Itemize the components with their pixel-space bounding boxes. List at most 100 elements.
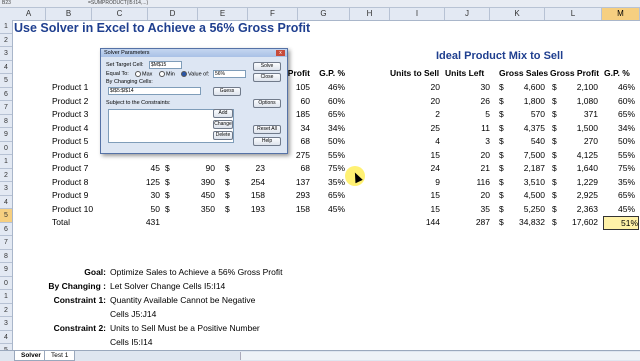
column-header-e[interactable]: E [198,8,248,20]
cell-cost[interactable]: 158 [225,189,265,203]
column-header-d[interactable]: D [148,8,198,20]
column-header-b[interactable]: B [46,8,92,20]
cell-gross-profit[interactable]: 371 [558,108,598,122]
note-label[interactable]: Constraint 1: [30,294,106,308]
row-header[interactable]: 0 [0,277,12,290]
row-header[interactable]: 3 [0,317,12,331]
cell-units-left[interactable]: 35 [450,203,490,217]
total-units-to-sell[interactable]: 144 [400,216,440,230]
cell-price[interactable]: 450 [175,189,215,203]
cell-ideal-gp[interactable]: 75% [595,162,635,176]
cell-ideal-gp[interactable]: 35% [595,176,635,190]
options-button[interactable]: Options [253,99,281,108]
note-text[interactable]: Quantity Available Cannot be Negative [110,294,255,308]
cell-units-left[interactable]: 26 [450,95,490,109]
cell-gp[interactable]: 75% [305,162,345,176]
change-button[interactable]: Change [213,120,233,129]
help-button[interactable]: Help [253,137,281,146]
total-qty[interactable]: 431 [120,216,160,230]
cell-gross-profit[interactable]: 1,500 [558,122,598,136]
cell-gp[interactable]: 55% [305,149,345,163]
cell-gross-sales[interactable]: 540 [505,135,545,149]
row-header[interactable]: 6 [0,88,12,101]
cell-gross-profit[interactable]: 4,125 [558,149,598,163]
cell-profit[interactable]: 158 [270,203,310,217]
add-button[interactable]: Add [213,109,233,118]
cell-units-left[interactable]: 20 [450,149,490,163]
currency-symbol[interactable]: $ [499,81,504,95]
cell-units-to-sell[interactable]: 15 [400,203,440,217]
cell-cost[interactable]: 254 [225,176,265,190]
currency-symbol[interactable]: $ [552,189,557,203]
cell-ideal-gp[interactable]: 60% [595,95,635,109]
cell-gp[interactable]: 65% [305,108,345,122]
currency-symbol[interactable]: $ [552,95,557,109]
cell-qty[interactable]: 45 [120,162,160,176]
cell-units-left[interactable]: 3 [450,135,490,149]
column-header-c[interactable]: C [92,8,148,20]
column-header-i[interactable]: I [390,8,445,20]
cell-gross-profit[interactable]: 1,640 [558,162,598,176]
cell-qty[interactable]: 50 [120,203,160,217]
currency-symbol[interactable]: $ [552,122,557,136]
cell-ideal-gp[interactable]: 65% [595,189,635,203]
row-header[interactable]: 7 [0,236,12,250]
currency-symbol[interactable]: $ [499,189,504,203]
currency-symbol[interactable]: $ [552,203,557,217]
product-name[interactable]: Product 4 [52,122,88,136]
cell-units-left[interactable]: 30 [450,81,490,95]
cell-gross-profit[interactable]: 270 [558,135,598,149]
row-header[interactable]: 4 [0,61,12,74]
note-label[interactable]: Constraint 2: [30,322,106,336]
delete-button[interactable]: Delete [213,131,233,140]
cell-qty[interactable]: 125 [120,176,160,190]
product-name[interactable]: Product 10 [52,203,93,217]
cell-qty[interactable]: 30 [120,189,160,203]
cell-units-to-sell[interactable]: 20 [400,81,440,95]
cell-gross-profit[interactable]: 2,925 [558,189,598,203]
cell-gross-sales[interactable]: 3,510 [505,176,545,190]
formula-bar[interactable]: B23 =SUMPRODUCT(I5:I14,...) [0,0,640,8]
cell-units-to-sell[interactable]: 2 [400,108,440,122]
cell-gross-profit[interactable]: 1,080 [558,95,598,109]
column-header-h[interactable]: H [350,8,390,20]
row-header[interactable]: 0 [0,142,12,155]
product-name[interactable]: Product 6 [52,149,88,163]
row-header[interactable]: 8 [0,115,12,128]
cell-units-left[interactable]: 20 [450,189,490,203]
solve-button[interactable]: Solve [253,62,281,71]
column-header-m[interactable]: M [602,8,640,20]
currency-symbol[interactable]: $ [499,122,504,136]
cell-ideal-gp[interactable]: 46% [595,81,635,95]
row-header[interactable]: 6 [0,223,12,236]
row-header[interactable]: 2 [0,169,12,182]
close-icon[interactable]: x [276,50,285,56]
currency-symbol[interactable]: $ [499,135,504,149]
cell-units-to-sell[interactable]: 9 [400,176,440,190]
product-name[interactable]: Product 7 [52,162,88,176]
column-header-g[interactable]: G [298,8,350,20]
cell-gross-sales[interactable]: 7,500 [505,149,545,163]
cell-gp[interactable]: 46% [305,81,345,95]
product-name[interactable]: Product 1 [52,81,88,95]
currency-symbol[interactable]: $ [165,176,170,190]
cell-profit[interactable]: 68 [270,162,310,176]
product-name[interactable]: Product 3 [52,108,88,122]
cell-price[interactable]: 390 [175,176,215,190]
total-gross-profit[interactable]: 17,602 [558,216,598,230]
cell-units-to-sell[interactable]: 25 [400,122,440,136]
currency-symbol[interactable]: $ [165,162,170,176]
cell-units-to-sell[interactable]: 20 [400,95,440,109]
note-text[interactable]: Cells I5:I14 [110,336,153,350]
currency-symbol[interactable]: $ [552,149,557,163]
currency-symbol[interactable]: $ [165,203,170,217]
product-name[interactable]: Product 2 [52,95,88,109]
currency-symbol[interactable]: $ [165,189,170,203]
cell-units-left[interactable]: 21 [450,162,490,176]
cell-gross-sales[interactable]: 2,187 [505,162,545,176]
row-header[interactable]: 9 [0,128,12,142]
product-name[interactable]: Product 5 [52,135,88,149]
row-header[interactable]: 2 [0,304,12,317]
currency-symbol[interactable]: $ [499,176,504,190]
cell-gross-sales[interactable]: 5,250 [505,203,545,217]
